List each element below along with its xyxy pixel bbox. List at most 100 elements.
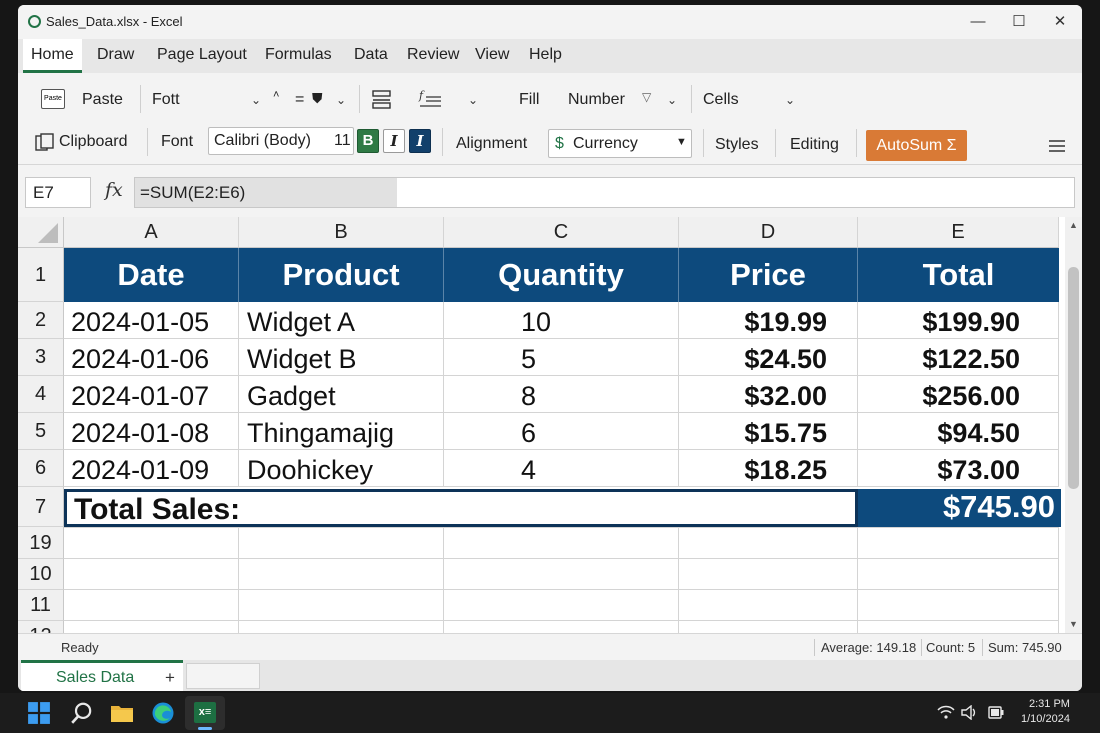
table-cell-quantity[interactable]: 5 — [444, 339, 679, 376]
chevron-down-icon[interactable]: ⌄ — [468, 93, 478, 107]
autosum-button[interactable]: AutoSum Σ — [866, 130, 967, 161]
table-cell-price[interactable]: $18.25 — [679, 450, 858, 487]
increase-font-icon[interactable]: ˄ — [273, 89, 279, 101]
scroll-up-icon[interactable]: ▲ — [1069, 220, 1078, 230]
table-cell-product[interactable]: Widget A — [239, 302, 444, 339]
insert-function-icon[interactable]: f — [418, 89, 442, 109]
select-all-corner[interactable] — [18, 217, 64, 248]
tab-home[interactable]: Home — [23, 39, 82, 73]
minimize-button[interactable]: — — [961, 9, 995, 35]
battery-icon[interactable] — [988, 706, 1004, 719]
header-cell-product[interactable]: Product — [239, 248, 444, 302]
table-cell-price[interactable]: $15.75 — [679, 413, 858, 450]
row-header[interactable]: 12 — [18, 621, 64, 633]
fill-button[interactable]: Fill — [519, 91, 539, 109]
vertical-scrollbar[interactable]: ▲ ▼ — [1065, 217, 1082, 633]
table-cell-quantity[interactable]: 4 — [444, 450, 679, 487]
table-cell-product[interactable]: Doohickey — [239, 450, 444, 487]
table-cell-quantity[interactable]: 10 — [444, 302, 679, 339]
table-cell-product[interactable]: Gadget — [239, 376, 444, 413]
font-size-value[interactable]: 11 — [334, 132, 351, 150]
clipboard-icon[interactable] — [35, 133, 55, 151]
alignment-group[interactable]: Alignment — [456, 135, 527, 153]
empty-cells[interactable] — [64, 527, 1059, 633]
table-cell-price[interactable]: $19.99 — [679, 302, 858, 339]
row-header[interactable]: 2 — [18, 302, 64, 339]
table-cell-date[interactable]: 2024-01-06 — [64, 339, 239, 376]
wifi-icon[interactable] — [937, 705, 955, 719]
scroll-down-icon[interactable]: ▼ — [1069, 619, 1078, 629]
name-box[interactable]: E7 — [25, 177, 91, 208]
font-name-dropdown[interactable]: Calibri (Body) 11 — [208, 127, 354, 155]
table-cell-product[interactable]: Thingamajig — [239, 413, 444, 450]
table-cell-price[interactable]: $24.50 — [679, 339, 858, 376]
number-format-button[interactable]: Number — [568, 91, 625, 109]
chevron-down-icon[interactable]: ⌄ — [785, 93, 795, 107]
styles-group[interactable]: Styles — [715, 136, 759, 154]
paste-button[interactable]: Paste — [82, 91, 123, 109]
table-cell-date[interactable]: 2024-01-08 — [64, 413, 239, 450]
underline-button[interactable]: I — [409, 129, 431, 153]
row-header[interactable]: 11 — [18, 590, 64, 621]
hamburger-menu-icon[interactable] — [1049, 139, 1065, 153]
table-cell-product[interactable]: Widget B — [239, 339, 444, 376]
header-cell-price[interactable]: Price — [679, 248, 858, 302]
add-sheet-button[interactable]: + — [165, 668, 175, 688]
chevron-down-icon[interactable]: ⌄ — [251, 93, 261, 107]
column-header-a[interactable]: A — [64, 217, 239, 248]
align-icon[interactable]: = — [295, 91, 304, 109]
header-cell-total[interactable]: Total — [858, 248, 1059, 302]
tab-formulas[interactable]: Formulas — [257, 39, 340, 73]
row-header[interactable]: 4 — [18, 376, 64, 413]
number-format-dropdown[interactable]: $ Currency ▼ — [548, 129, 692, 158]
taskbar-date[interactable]: 1/10/2024 — [1021, 713, 1070, 725]
table-cell-date[interactable]: 2024-01-09 — [64, 450, 239, 487]
table-cell-total[interactable]: $199.90 — [858, 302, 1059, 339]
chevron-down-icon[interactable]: ⌄ — [336, 93, 346, 107]
table-cell-date[interactable]: 2024-01-07 — [64, 376, 239, 413]
clipboard-group[interactable]: Clipboard — [59, 133, 127, 151]
header-cell-date[interactable]: Date — [64, 248, 239, 302]
chevron-down-icon[interactable]: ⌄ — [667, 93, 677, 107]
row-header[interactable]: 10 — [18, 559, 64, 590]
row-header[interactable]: 5 — [18, 413, 64, 450]
cells-button[interactable]: Cells — [703, 91, 739, 109]
tab-page-layout[interactable]: Page Layout — [149, 39, 255, 73]
editing-group[interactable]: Editing — [790, 136, 839, 154]
font-group-dropdown[interactable]: Fott — [152, 91, 180, 109]
windows-start-icon[interactable] — [27, 701, 51, 725]
wrap-text-icon[interactable] — [372, 90, 391, 109]
sheet-tab-sales-data[interactable]: Sales Data + — [21, 660, 183, 691]
tab-help[interactable]: Help — [521, 39, 570, 73]
maximize-button[interactable]: ☐ — [1002, 9, 1036, 35]
shield-icon[interactable]: ⛊ — [312, 90, 323, 107]
volume-icon[interactable] — [961, 705, 979, 720]
column-header-d[interactable]: D — [679, 217, 858, 248]
column-header-e[interactable]: E — [858, 217, 1059, 248]
row-header[interactable]: 19 — [18, 527, 64, 559]
row-header[interactable]: 7 — [18, 487, 64, 527]
italic-button[interactable]: I — [383, 129, 405, 153]
close-button[interactable]: ✕ — [1043, 9, 1077, 35]
file-explorer-icon[interactable] — [110, 701, 134, 725]
edge-browser-icon[interactable] — [151, 701, 175, 725]
insert-function-button[interactable]: fx — [105, 179, 123, 201]
column-header-c[interactable]: C — [444, 217, 679, 248]
filter-icon[interactable]: ▽ — [642, 90, 651, 104]
row-header[interactable]: 6 — [18, 450, 64, 487]
table-cell-price[interactable]: $32.00 — [679, 376, 858, 413]
table-cell-total[interactable]: $94.50 — [858, 413, 1059, 450]
taskbar-time[interactable]: 2:31 PM — [1029, 698, 1070, 710]
row-header[interactable]: 3 — [18, 339, 64, 376]
table-cell-total[interactable]: $73.00 — [858, 450, 1059, 487]
header-cell-quantity[interactable]: Quantity — [444, 248, 679, 302]
table-cell-date[interactable]: 2024-01-05 — [64, 302, 239, 339]
tab-view[interactable]: View — [467, 39, 517, 73]
column-header-b[interactable]: B — [239, 217, 444, 248]
bold-button[interactable]: B — [357, 129, 379, 153]
total-sales-label[interactable]: Total Sales: — [64, 489, 858, 527]
formula-input[interactable]: =SUM(E2:E6) — [134, 177, 1075, 208]
table-cell-quantity[interactable]: 8 — [444, 376, 679, 413]
table-cell-total[interactable]: $122.50 — [858, 339, 1059, 376]
tab-draw[interactable]: Draw — [89, 39, 142, 73]
